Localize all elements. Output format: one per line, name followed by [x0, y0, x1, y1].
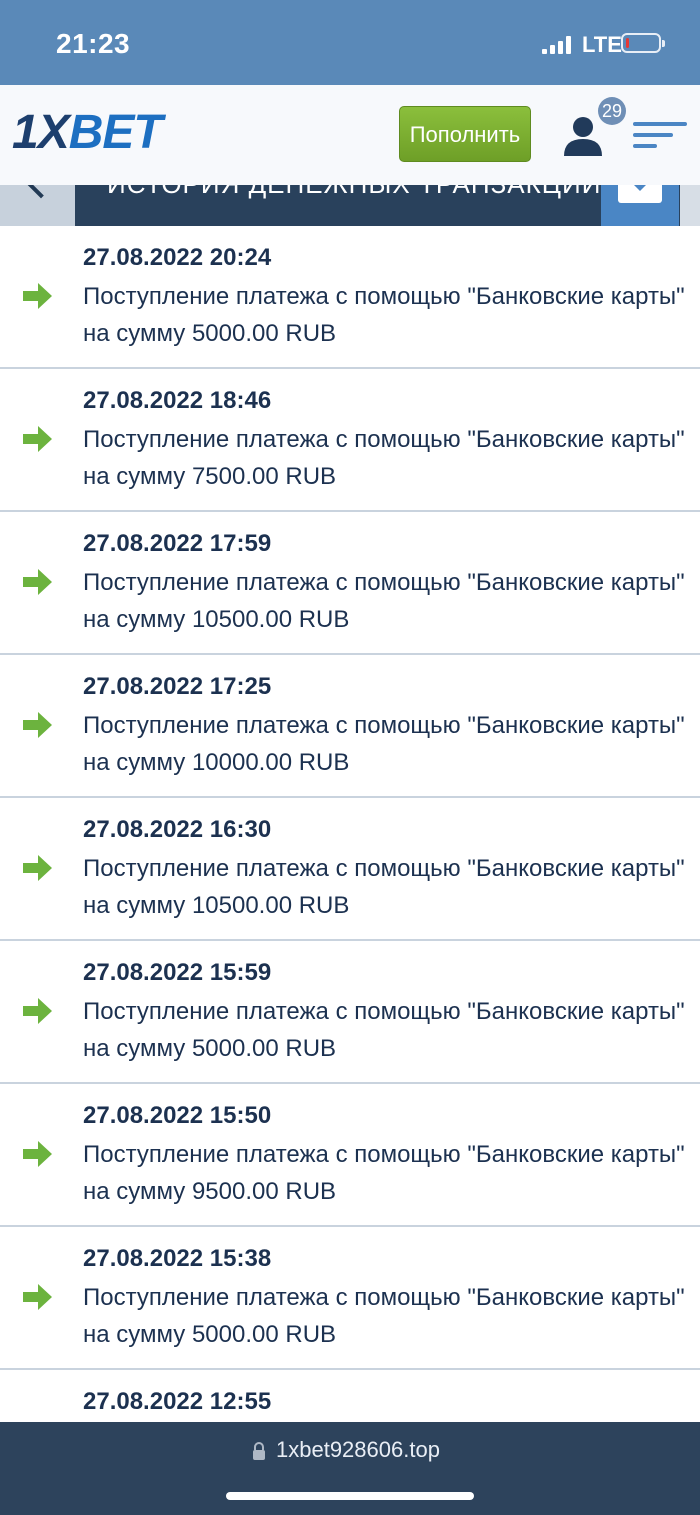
transaction-amount: на сумму 10500.00 RUB: [83, 606, 350, 633]
browser-address-bar[interactable]: 1xbet928606.top: [0, 1422, 700, 1515]
transaction-row[interactable]: 27.08.2022 18:46 Поступление платежа с по…: [0, 369, 700, 512]
incoming-arrow-icon: [23, 1284, 52, 1310]
url-text[interactable]: 1xbet928606.top: [276, 1437, 440, 1463]
incoming-arrow-icon: [23, 998, 52, 1024]
incoming-arrow-icon: [23, 569, 52, 595]
transaction-row[interactable]: 27.08.2022 15:50 Поступление платежа с по…: [0, 1084, 700, 1227]
status-time: 21:23: [56, 28, 131, 59]
transaction-date: 27.08.2022 12:55: [83, 1388, 272, 1415]
transaction-date: 27.08.2022 16:30: [83, 816, 272, 843]
transaction-amount: на сумму 7500.00 RUB: [83, 463, 337, 490]
logo-part-2: BET: [68, 106, 163, 159]
transaction-amount: на сумму 10500.00 RUB: [83, 892, 350, 919]
transaction-amount: на сумму 5000.00 RUB: [83, 1035, 337, 1062]
incoming-arrow-icon: [23, 283, 52, 309]
transaction-date: 27.08.2022 17:25: [83, 673, 272, 700]
transaction-date: 27.08.2022 20:24: [83, 244, 272, 271]
section-header: ИСТОРИЯ ДЕНЕЖНЫХ ТРАНЗАКЦИЙ: [0, 185, 700, 226]
transaction-row[interactable]: 27.08.2022 17:59 Поступление платежа с по…: [0, 512, 700, 655]
transaction-row[interactable]: 27.08.2022 16:30 Поступление платежа с по…: [0, 798, 700, 941]
transaction-date: 27.08.2022 15:38: [83, 1245, 272, 1272]
filter-dropdown-button[interactable]: [601, 185, 679, 226]
transaction-date: 27.08.2022 15:50: [83, 1102, 272, 1129]
lock-icon: [253, 1442, 265, 1460]
deposit-button[interactable]: Пополнить: [399, 106, 531, 162]
battery-level: [626, 38, 629, 48]
back-icon[interactable]: [22, 185, 60, 199]
home-indicator[interactable]: [226, 1492, 474, 1500]
section-title: ИСТОРИЯ ДЕНЕЖНЫХ ТРАНЗАКЦИЙ: [107, 185, 601, 200]
user-icon[interactable]: [562, 116, 604, 156]
incoming-arrow-icon: [23, 855, 52, 881]
transaction-description: Поступление платежа с помощью "Банковски…: [83, 426, 685, 453]
battery-icon: [621, 33, 665, 53]
transaction-amount: на сумму 5000.00 RUB: [83, 320, 337, 347]
notification-badge[interactable]: 29: [598, 97, 626, 125]
transaction-description: Поступление платежа с помощью "Банковски…: [83, 283, 685, 310]
status-bar: 21:23 LTE: [0, 0, 700, 85]
logo[interactable]: 1XBET: [12, 106, 163, 159]
transaction-description: Поступление платежа с помощью "Банковски…: [83, 855, 685, 882]
transaction-description: Поступление платежа с помощью "Банковски…: [83, 998, 685, 1025]
transaction-row[interactable]: 27.08.2022 17:25 Поступление платежа с по…: [0, 655, 700, 798]
transaction-description: Поступление платежа с помощью "Банковски…: [83, 712, 685, 739]
transaction-row[interactable]: 27.08.2022 15:59 Поступление платежа с по…: [0, 941, 700, 1084]
transaction-list: 27.08.2022 20:24 Поступление платежа с по…: [0, 226, 700, 1513]
transaction-amount: на сумму 9500.00 RUB: [83, 1178, 337, 1205]
transaction-date: 27.08.2022 18:46: [83, 387, 272, 414]
transaction-description: Поступление платежа с помощью "Банковски…: [83, 1284, 685, 1311]
transaction-date: 27.08.2022 15:59: [83, 959, 272, 986]
transaction-description: Поступление платежа с помощью "Банковски…: [83, 569, 685, 596]
chevron-down-icon: [618, 185, 662, 203]
incoming-arrow-icon: [23, 712, 52, 738]
transaction-amount: на сумму 10000.00 RUB: [83, 749, 350, 776]
signal-strength-icon: [542, 36, 574, 54]
transaction-row[interactable]: 27.08.2022 15:38 Поступление платежа с по…: [0, 1227, 700, 1370]
transaction-amount: на сумму 5000.00 RUB: [83, 1321, 337, 1348]
incoming-arrow-icon: [23, 1141, 52, 1167]
section-title-bar: ИСТОРИЯ ДЕНЕЖНЫХ ТРАНЗАКЦИЙ: [75, 185, 680, 226]
menu-icon[interactable]: [633, 122, 687, 148]
logo-part-1: 1X: [12, 106, 70, 159]
transaction-description: Поступление платежа с помощью "Банковски…: [83, 1141, 685, 1168]
transaction-date: 27.08.2022 17:59: [83, 530, 272, 557]
incoming-arrow-icon: [23, 426, 52, 452]
transaction-row[interactable]: 27.08.2022 20:24 Поступление платежа с по…: [0, 226, 700, 369]
network-type: LTE: [582, 32, 622, 57]
